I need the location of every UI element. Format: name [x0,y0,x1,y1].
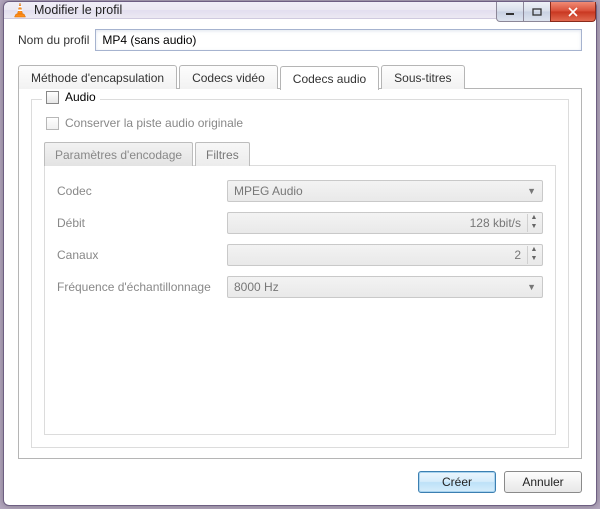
chevron-down-icon: ▼ [527,186,536,196]
keep-original-checkbox[interactable] [46,117,59,130]
spin-down-icon[interactable]: ▼ [527,223,540,232]
cancel-button[interactable]: Annuler [504,471,582,493]
dialog-body: Nom du profil Méthode d'encapsulation Co… [4,19,596,505]
tab-audio-codecs[interactable]: Codecs audio [280,66,379,90]
chevron-down-icon: ▼ [527,282,536,292]
encoding-panel: Codec MPEG Audio ▼ Débit 128 kbit/s ▲▼ C… [44,165,556,435]
bitrate-spin[interactable]: 128 kbit/s ▲▼ [227,212,543,234]
spin-up-icon[interactable]: ▲ [527,214,540,223]
inner-tab-filters[interactable]: Filtres [195,142,250,166]
vlc-cone-icon [12,2,28,18]
bitrate-value: 128 kbit/s [470,216,521,230]
spin-down-icon[interactable]: ▼ [527,255,540,264]
codec-label: Codec [57,184,227,198]
titlebar[interactable]: Modifier le profil [4,2,596,19]
samplerate-label: Fréquence d'échantillonnage [57,280,227,294]
channels-label: Canaux [57,248,227,262]
bitrate-label: Débit [57,216,227,230]
samplerate-value: 8000 Hz [234,280,279,294]
minimize-button[interactable] [496,2,524,22]
tab-subtitles[interactable]: Sous-titres [381,65,464,89]
samplerate-combo[interactable]: 8000 Hz ▼ [227,276,543,298]
codec-value: MPEG Audio [234,184,303,198]
channels-spin[interactable]: 2 ▲▼ [227,244,543,266]
profile-name-input[interactable] [95,29,582,51]
tab-video-codecs[interactable]: Codecs vidéo [179,65,278,89]
dialog-window: Modifier le profil Nom du profil Méthode… [3,1,597,506]
tab-panel-audio: Audio Conserver la piste audio originale… [18,88,582,459]
create-button[interactable]: Créer [418,471,496,493]
codec-combo[interactable]: MPEG Audio ▼ [227,180,543,202]
inner-tabs: Paramètres d'encodage Filtres [44,142,556,166]
main-tabs: Méthode d'encapsulation Codecs vidéo Cod… [18,65,582,89]
close-button[interactable] [550,2,596,22]
audio-group: Audio Conserver la piste audio originale… [31,99,569,448]
profile-name-label: Nom du profil [18,33,89,47]
audio-checkbox[interactable] [46,91,59,104]
dialog-footer: Créer Annuler [18,459,582,493]
tab-encapsulation[interactable]: Méthode d'encapsulation [18,65,177,89]
window-title: Modifier le profil [34,3,122,17]
window-buttons [497,2,596,22]
maximize-button[interactable] [523,2,551,22]
inner-tab-encoding[interactable]: Paramètres d'encodage [44,142,193,166]
keep-original-label: Conserver la piste audio originale [65,116,243,130]
channels-value: 2 [514,248,521,262]
spin-up-icon[interactable]: ▲ [527,246,540,255]
audio-legend-text: Audio [65,90,96,104]
